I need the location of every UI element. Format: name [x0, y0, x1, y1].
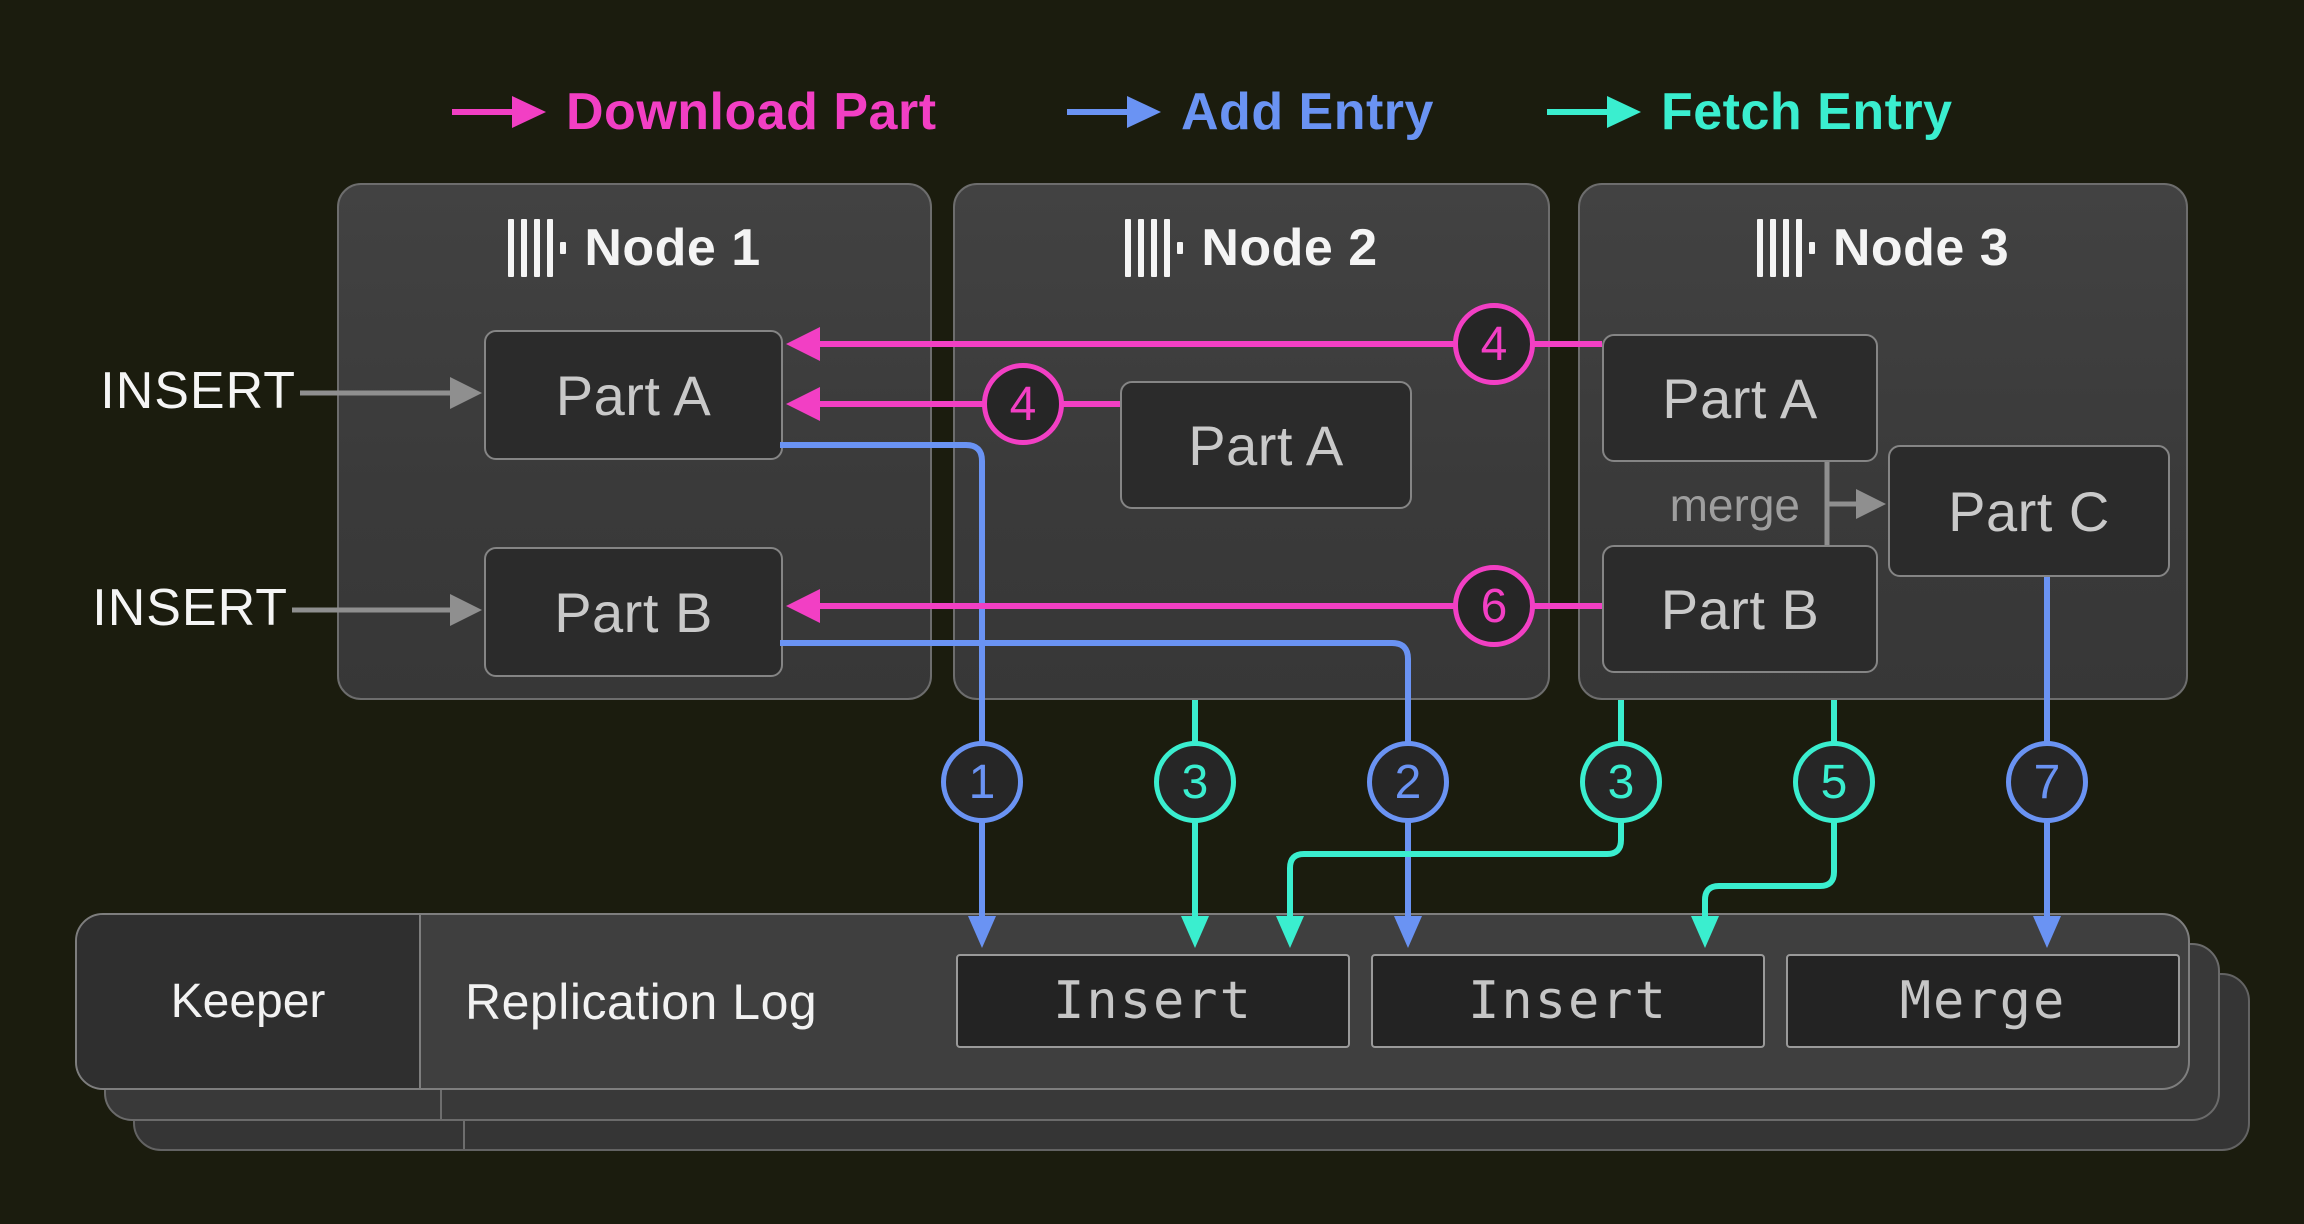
- node-3-title: Node 3: [1580, 218, 2186, 278]
- add-entry-arrow-icon: [1065, 94, 1165, 130]
- clickhouse-icon: [1125, 219, 1183, 277]
- legend-item-download-part: Download Part: [450, 84, 937, 140]
- download-part-arrow-icon: [450, 94, 550, 130]
- step-badge-7: 7: [2006, 741, 2088, 823]
- node-1-title-label: Node 1: [584, 218, 760, 278]
- node3-part-c-box: Part C: [1888, 445, 2170, 577]
- legend-label-add-entry: Add Entry: [1181, 82, 1434, 142]
- fetch-entry-wire-3a: [1181, 700, 1209, 948]
- step-badge-3b: 3: [1580, 741, 1662, 823]
- clickhouse-icon: [508, 219, 566, 277]
- step-badge-5: 5: [1793, 741, 1875, 823]
- log-entry-merge: Merge: [1786, 954, 2180, 1048]
- step-badge-4b: 4: [982, 363, 1064, 445]
- node1-part-b-box: Part B: [484, 547, 783, 677]
- step-badge-1: 1: [941, 741, 1023, 823]
- log-entry-insert-2: Insert: [1371, 954, 1765, 1048]
- step-badge-4a: 4: [1453, 303, 1535, 385]
- step-badge-3a: 3: [1154, 741, 1236, 823]
- fetch-entry-arrow-icon: [1545, 94, 1645, 130]
- insert-op-label-1: INSERT: [56, 361, 296, 421]
- replication-log-title: Replication Log: [421, 915, 817, 1088]
- legend-label-download-part: Download Part: [566, 82, 937, 142]
- merge-label: merge: [1600, 478, 1800, 532]
- step-badge-2: 2: [1367, 741, 1449, 823]
- step-badge-6: 6: [1453, 565, 1535, 647]
- replication-diagram: Download Part Add Entry Fetch Entry INSE…: [0, 0, 2304, 1224]
- node3-part-b-box: Part B: [1602, 545, 1878, 673]
- fetch-entry-wire-3b: [1276, 700, 1621, 948]
- log-entry-insert-1: Insert: [956, 954, 1350, 1048]
- node-2-title: Node 2: [955, 218, 1548, 278]
- fetch-entry-wire-5: [1691, 700, 1834, 948]
- node-2-title-label: Node 2: [1201, 218, 1377, 278]
- node3-part-a-box: Part A: [1602, 334, 1878, 462]
- legend-item-fetch-entry: Fetch Entry: [1545, 84, 1953, 140]
- legend-label-fetch-entry: Fetch Entry: [1661, 82, 1953, 142]
- node-3-title-label: Node 3: [1833, 218, 2009, 278]
- node2-part-a-box: Part A: [1120, 381, 1412, 509]
- clickhouse-icon: [1757, 219, 1815, 277]
- node-1-title: Node 1: [339, 218, 930, 278]
- node1-part-a-box: Part A: [484, 330, 783, 460]
- legend-item-add-entry: Add Entry: [1065, 84, 1434, 140]
- keeper-label: Keeper: [77, 915, 421, 1088]
- insert-op-label-2: INSERT: [48, 578, 288, 638]
